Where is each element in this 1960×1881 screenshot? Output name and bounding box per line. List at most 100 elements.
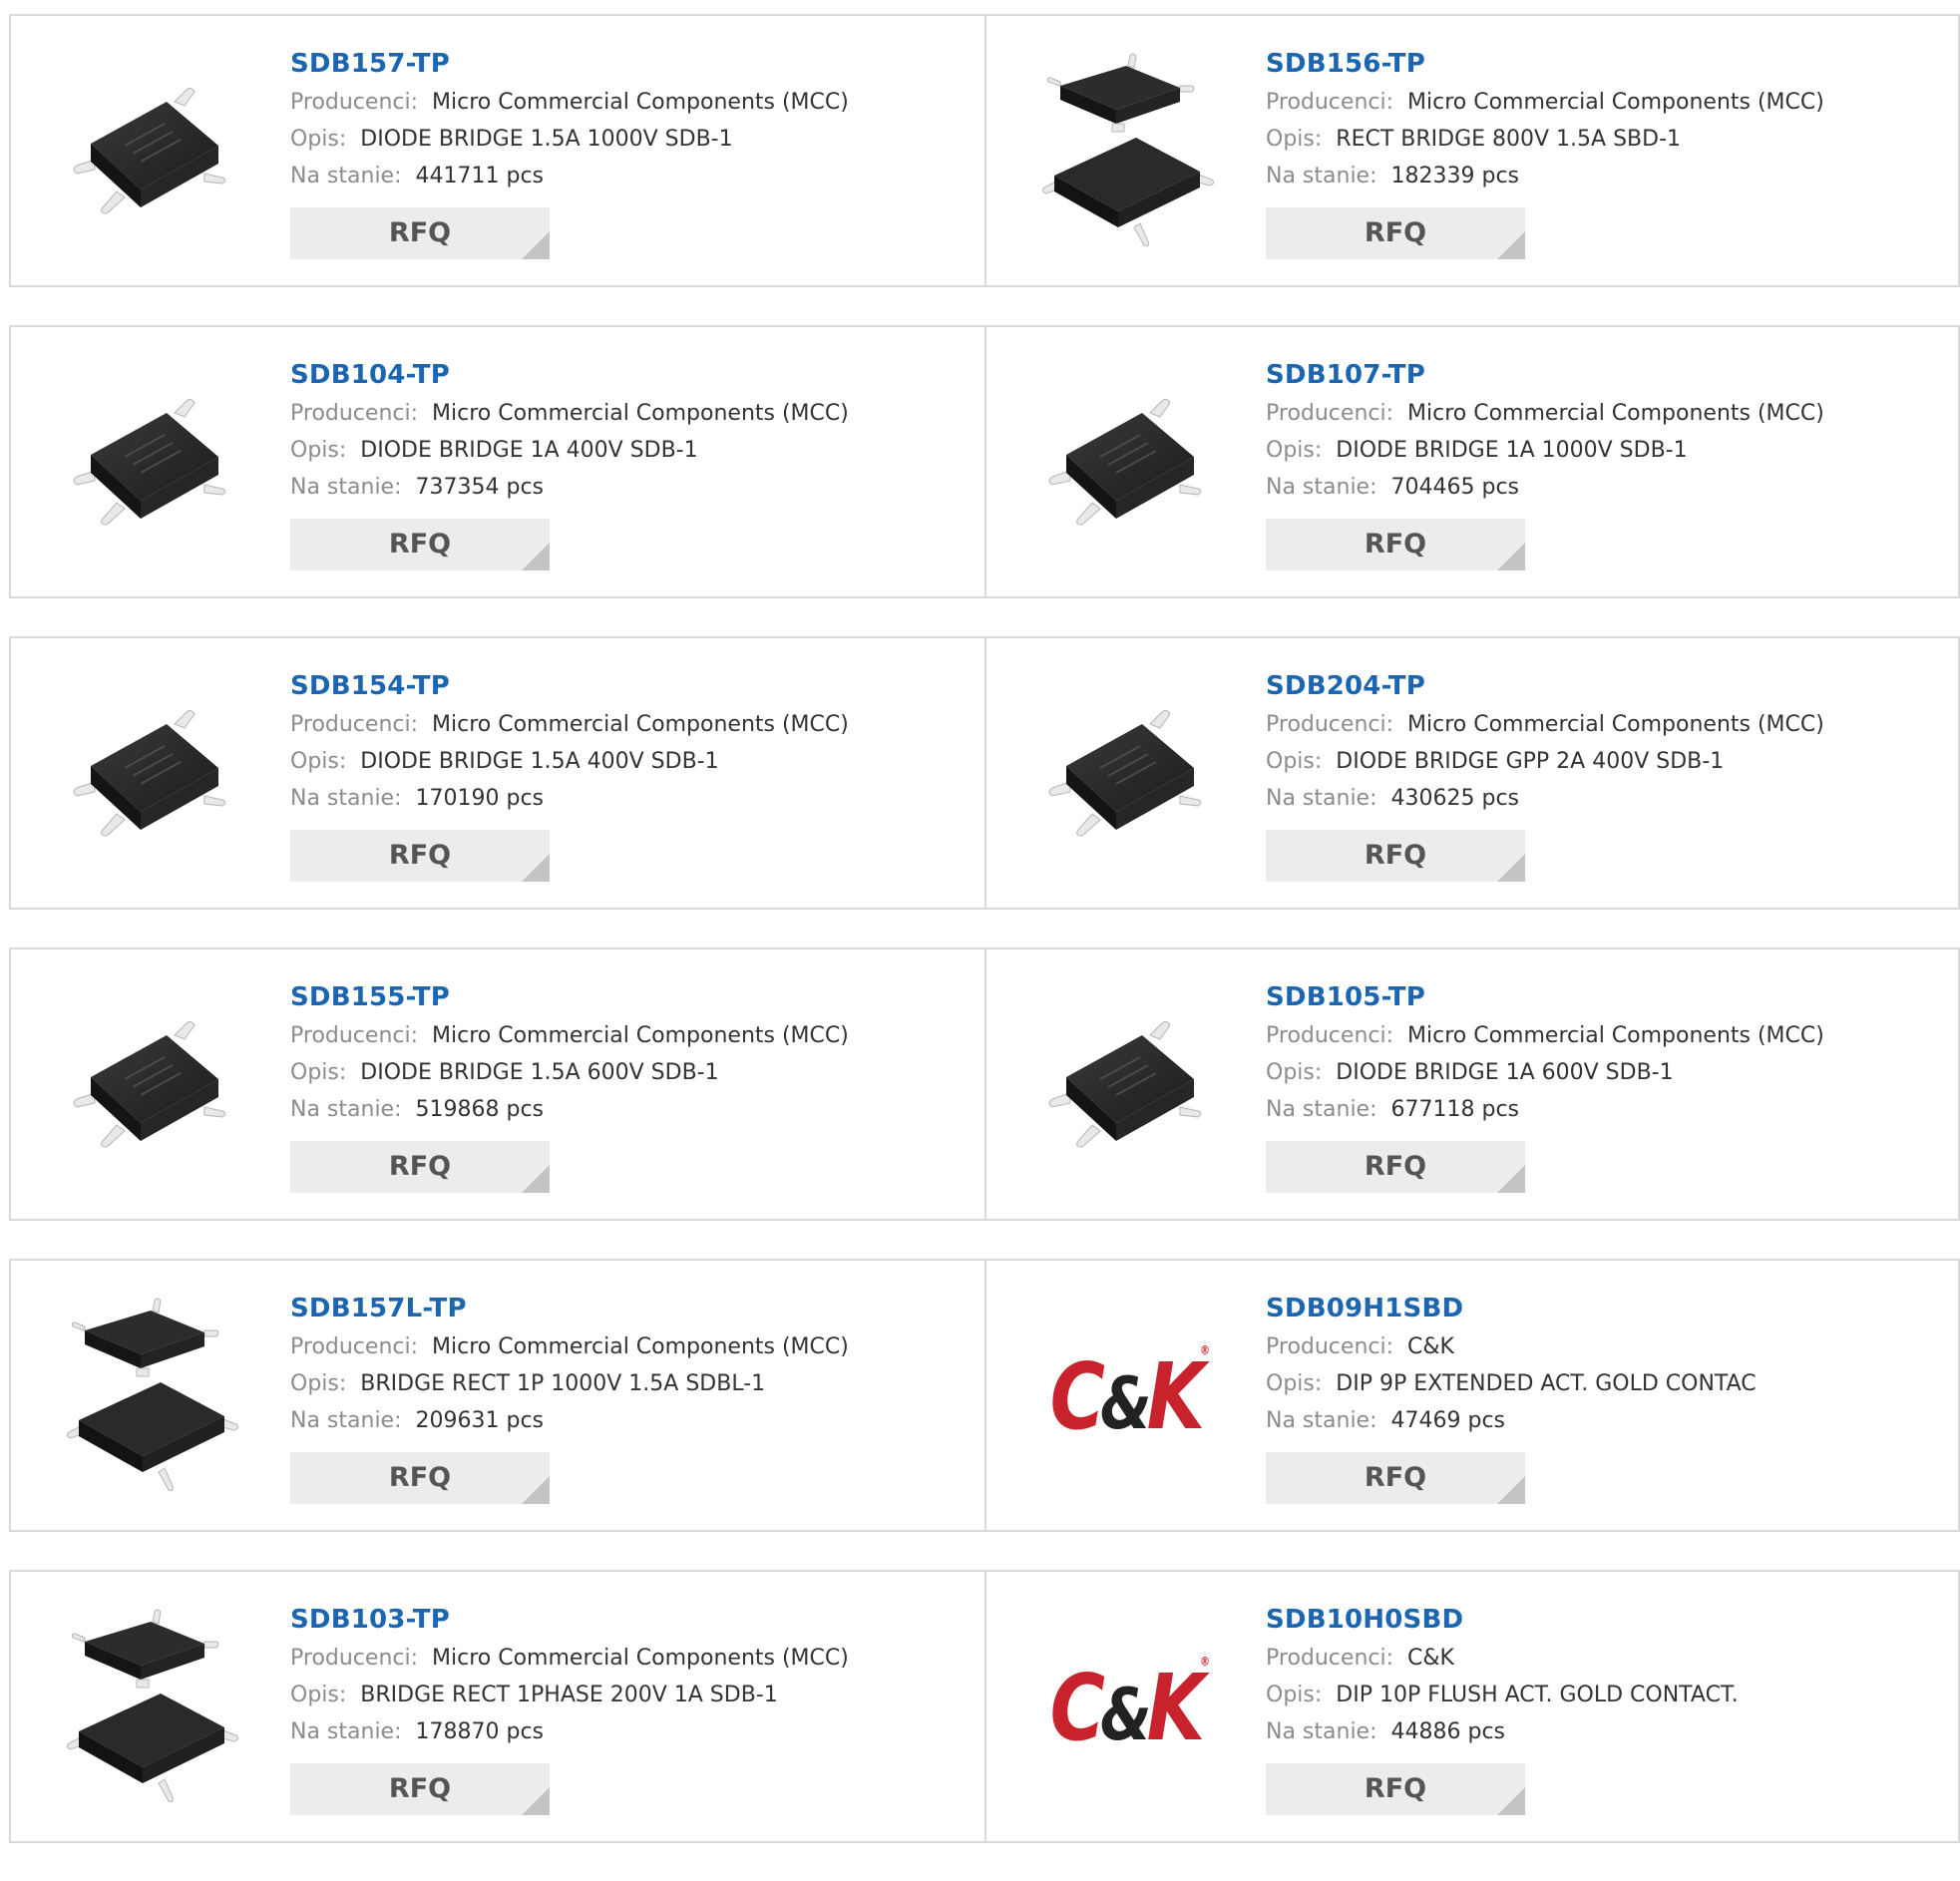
ck-logo-ampersand: & [1100,1360,1151,1445]
rfq-button[interactable]: RFQ [290,519,550,570]
product-description-line: Opis: DIP 10P FLUSH ACT. GOLD CONTACT. [1266,1677,1948,1713]
product-manufacturer-label: Producenci: [290,90,419,115]
product-info: SDB157-TP Producenci: Micro Commercial Com… [290,44,975,259]
product-thumbnail[interactable] [50,363,259,563]
product-thumbnail[interactable] [50,985,259,1185]
product-manufacturer-value: Micro Commercial Components (MCC) [1407,712,1824,737]
rfq-button-label: RFQ [1364,840,1427,871]
product-manufacturer-value: Micro Commercial Components (MCC) [432,1334,849,1359]
product-part-number-link[interactable]: SDB107-TP [1266,355,1425,395]
product-stock-line: Na stanie: 44886 pcs [1266,1713,1948,1750]
product-description-line: Opis: DIODE BRIDGE 1A 400V SDB-1 [290,432,975,469]
rfq-button[interactable]: RFQ [290,207,550,259]
product-description-line: Opis: DIODE BRIDGE GPP 2A 400V SDB-1 [1266,743,1948,780]
product-thumbnail[interactable] [1025,674,1235,874]
product-description-value: DIODE BRIDGE 1A 400V SDB-1 [360,438,698,463]
product-manufacturer-line: Producenci: Micro Commercial Components (… [290,395,975,432]
product-stock-value: 677118 pcs [1390,1097,1520,1122]
product-manufacturer-line: Producenci: Micro Commercial Components (… [1266,395,1948,432]
rfq-button[interactable]: RFQ [1266,519,1525,570]
product-description-line: Opis: RECT BRIDGE 800V 1.5A SBD-1 [1266,121,1948,158]
product-stock-value: 519868 pcs [415,1097,545,1122]
product-thumbnail[interactable]: C&K® [1025,1297,1235,1496]
product-info: SDB104-TP Producenci: Micro Commercial Com… [290,355,975,570]
rfq-button[interactable]: RFQ [1266,1141,1525,1193]
product-part-number-link[interactable]: SDB157-TP [290,44,450,84]
product-description-label: Opis: [290,127,347,152]
product-card: C&K® SDB09H1SBD Producenci: C&K Opis: DIP 9P… [984,1261,1958,1530]
product-info: SDB156-TP Producenci: Micro Commercial Com… [1266,44,1948,259]
product-part-number-link[interactable]: SDB156-TP [1266,44,1425,84]
product-info: SDB154-TP Producenci: Micro Commercial Com… [290,666,975,882]
rfq-corner-triangle [522,1787,550,1815]
product-description-label: Opis: [1266,1371,1323,1396]
product-stock-line: Na stanie: 519868 pcs [290,1091,975,1128]
product-part-number-link[interactable]: SDB204-TP [1266,666,1425,706]
product-part-number-link[interactable]: SDB155-TP [290,977,450,1017]
product-manufacturer-label: Producenci: [1266,712,1394,737]
rfq-corner-triangle [522,1476,550,1504]
product-stock-label: Na stanie: [290,786,402,811]
product-stock-label: Na stanie: [1266,786,1377,811]
product-manufacturer-value: Micro Commercial Components (MCC) [432,1023,849,1048]
rfq-button[interactable]: RFQ [1266,207,1525,259]
rfq-button[interactable]: RFQ [290,1141,550,1193]
product-manufacturer-line: Producenci: Micro Commercial Components (… [290,1640,975,1677]
product-description-line: Opis: BRIDGE RECT 1PHASE 200V 1A SDB-1 [290,1677,975,1713]
product-part-number-link[interactable]: SDB105-TP [1266,977,1425,1017]
product-thumbnail[interactable] [1025,985,1235,1185]
product-description-label: Opis: [1266,438,1323,463]
rfq-button[interactable]: RFQ [290,1452,550,1504]
bridge-rectifier-chip-image [73,709,226,837]
product-stock-value: 182339 pcs [1390,164,1520,188]
rfq-button[interactable]: RFQ [290,1763,550,1815]
product-part-number-link[interactable]: SDB104-TP [290,355,450,395]
ck-logo-c: C [1049,1342,1105,1450]
rfq-button-label: RFQ [388,529,452,560]
rfq-button-label: RFQ [388,217,452,248]
product-description-value: DIODE BRIDGE GPP 2A 400V SDB-1 [1336,749,1725,774]
product-part-number-link[interactable]: SDB09H1SBD [1266,1289,1463,1328]
product-description-value: DIP 9P EXTENDED ACT. GOLD CONTAC [1336,1371,1757,1396]
product-info: SDB157L-TP Producenci: Micro Commercial Co… [290,1289,975,1504]
product-thumbnail[interactable] [1025,52,1235,251]
product-description-label: Opis: [1266,1060,1323,1085]
product-stock-line: Na stanie: 209631 pcs [290,1402,975,1439]
product-card: SDB156-TP Producenci: Micro Commercial Com… [984,16,1958,285]
rfq-button-label: RFQ [1364,1773,1427,1804]
product-thumbnail[interactable] [50,52,259,251]
rfq-corner-triangle [1497,1476,1525,1504]
rfq-button[interactable]: RFQ [1266,1763,1525,1815]
rfq-corner-triangle [1497,854,1525,882]
product-manufacturer-line: Producenci: Micro Commercial Components (… [1266,1017,1948,1054]
product-part-number-link[interactable]: SDB10H0SBD [1266,1600,1463,1640]
rfq-button[interactable]: RFQ [1266,830,1525,882]
product-manufacturer-label: Producenci: [290,1023,419,1048]
product-part-number-link[interactable]: SDB103-TP [290,1600,450,1640]
product-part-number-link[interactable]: SDB157L-TP [290,1289,467,1328]
product-description-value: DIODE BRIDGE 1.5A 1000V SDB-1 [360,127,733,152]
product-stock-value: 704465 pcs [1390,475,1520,500]
bridge-rectifier-pair-image [66,1298,239,1491]
product-stock-value: 178870 pcs [415,1719,545,1744]
product-info: SDB10H0SBD Producenci: C&K Opis: DIP 10P FLU… [1266,1600,1948,1815]
product-thumbnail[interactable]: C&K® [1025,1608,1235,1807]
rfq-button[interactable]: RFQ [1266,1452,1525,1504]
bridge-rectifier-chip-image [1048,1020,1202,1148]
product-stock-label: Na stanie: [290,475,402,500]
product-stock-label: Na stanie: [290,164,402,188]
product-thumbnail[interactable] [50,1608,259,1807]
product-description-label: Opis: [1266,127,1323,152]
product-thumbnail[interactable] [1025,363,1235,563]
product-thumbnail[interactable] [50,1297,259,1496]
rfq-button[interactable]: RFQ [290,830,550,882]
product-card: SDB105-TP Producenci: Micro Commercial Com… [984,949,1958,1219]
rfq-button-label: RFQ [388,840,452,871]
product-description-line: Opis: DIODE BRIDGE 1A 600V SDB-1 [1266,1054,1948,1091]
product-part-number-link[interactable]: SDB154-TP [290,666,450,706]
product-thumbnail[interactable] [50,674,259,874]
product-info: SDB103-TP Producenci: Micro Commercial Com… [290,1600,975,1815]
rfq-corner-triangle [1497,231,1525,259]
ck-logo-c: C [1049,1654,1105,1761]
product-grid: SDB157-TP Producenci: Micro Commercial Com… [9,14,1960,1881]
